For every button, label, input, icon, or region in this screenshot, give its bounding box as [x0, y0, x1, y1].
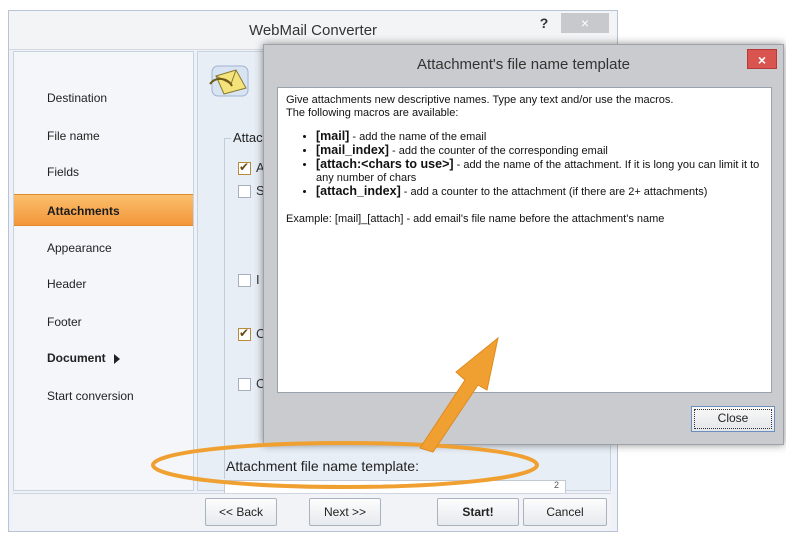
template-input-tail: 2: [553, 480, 559, 490]
sidebar-item-destination[interactable]: Destination: [14, 82, 193, 114]
checkbox-s[interactable]: [238, 185, 251, 198]
macro-name: [mail_index]: [316, 143, 389, 157]
sidebar-item-footer[interactable]: Footer: [14, 306, 193, 338]
checkbox-a[interactable]: [238, 160, 251, 175]
next-button[interactable]: Next >>: [309, 498, 381, 526]
sidebar-item-file-name[interactable]: File name: [14, 120, 193, 152]
dialog-intro-line2: The following macros are available:: [286, 107, 459, 119]
template-dialog: Attachment's file name template × Give a…: [263, 44, 784, 445]
macro-item: [attach_index] - add a counter to the at…: [316, 185, 763, 199]
sidebar: Destination File name Fields Attachments…: [13, 51, 194, 491]
main-window-title: WebMail Converter: [248, 22, 378, 39]
help-button[interactable]: ?: [534, 15, 554, 33]
macro-list: [mail] - add the name of the email [mail…: [286, 130, 763, 199]
template-label: Attachment file name template:: [226, 458, 419, 474]
start-button[interactable]: Start!: [437, 498, 519, 526]
sidebar-item-attachments[interactable]: Attachments: [14, 194, 193, 226]
sidebar-item-document-label: Document: [47, 351, 106, 365]
dialog-intro-line1: Give attachments new descriptive names. …: [286, 94, 674, 106]
macro-item: [attach:<chars to use>] - add the name o…: [316, 158, 763, 185]
macro-name: [mail]: [316, 129, 350, 143]
envelope-icon: [209, 65, 249, 97]
sidebar-item-start-conversion[interactable]: Start conversion: [14, 380, 193, 412]
main-close-button[interactable]: ×: [561, 13, 609, 33]
dialog-close-button[interactable]: Close: [691, 406, 775, 432]
bottom-bar: << Back Next >> Start! Cancel: [13, 493, 611, 530]
checkbox-i[interactable]: [238, 274, 251, 287]
cancel-button[interactable]: Cancel: [523, 498, 607, 526]
macro-desc: - add the name of the email: [349, 131, 487, 143]
macro-desc: - add a counter to the attachment (if th…: [400, 186, 708, 198]
macro-item: [mail_index] - add the counter of the co…: [316, 144, 763, 158]
macro-item: [mail] - add the name of the email: [316, 130, 763, 144]
checkbox-c1[interactable]: [238, 326, 251, 341]
macro-name: [attach:<chars to use>]: [316, 157, 454, 171]
dialog-title-bar: Attachment's file name template ×: [264, 45, 783, 81]
checkbox-c2[interactable]: [238, 378, 251, 391]
chevron-right-icon: [113, 353, 120, 364]
checkbox-i-label: I: [256, 272, 260, 287]
sidebar-item-document[interactable]: Document: [14, 342, 193, 374]
back-button[interactable]: << Back: [205, 498, 277, 526]
dialog-close-icon[interactable]: ×: [747, 49, 777, 69]
dialog-example: Example: [mail]_[attach] - add email's f…: [286, 213, 665, 225]
dialog-help-text: Give attachments new descriptive names. …: [277, 87, 772, 393]
sidebar-item-header[interactable]: Header: [14, 268, 193, 300]
sidebar-item-fields[interactable]: Fields: [14, 156, 193, 188]
macro-name: [attach_index]: [316, 184, 401, 198]
macro-desc: - add the counter of the corresponding e…: [388, 145, 608, 157]
dialog-title: Attachment's file name template: [417, 56, 630, 73]
sidebar-item-appearance[interactable]: Appearance: [14, 232, 193, 264]
